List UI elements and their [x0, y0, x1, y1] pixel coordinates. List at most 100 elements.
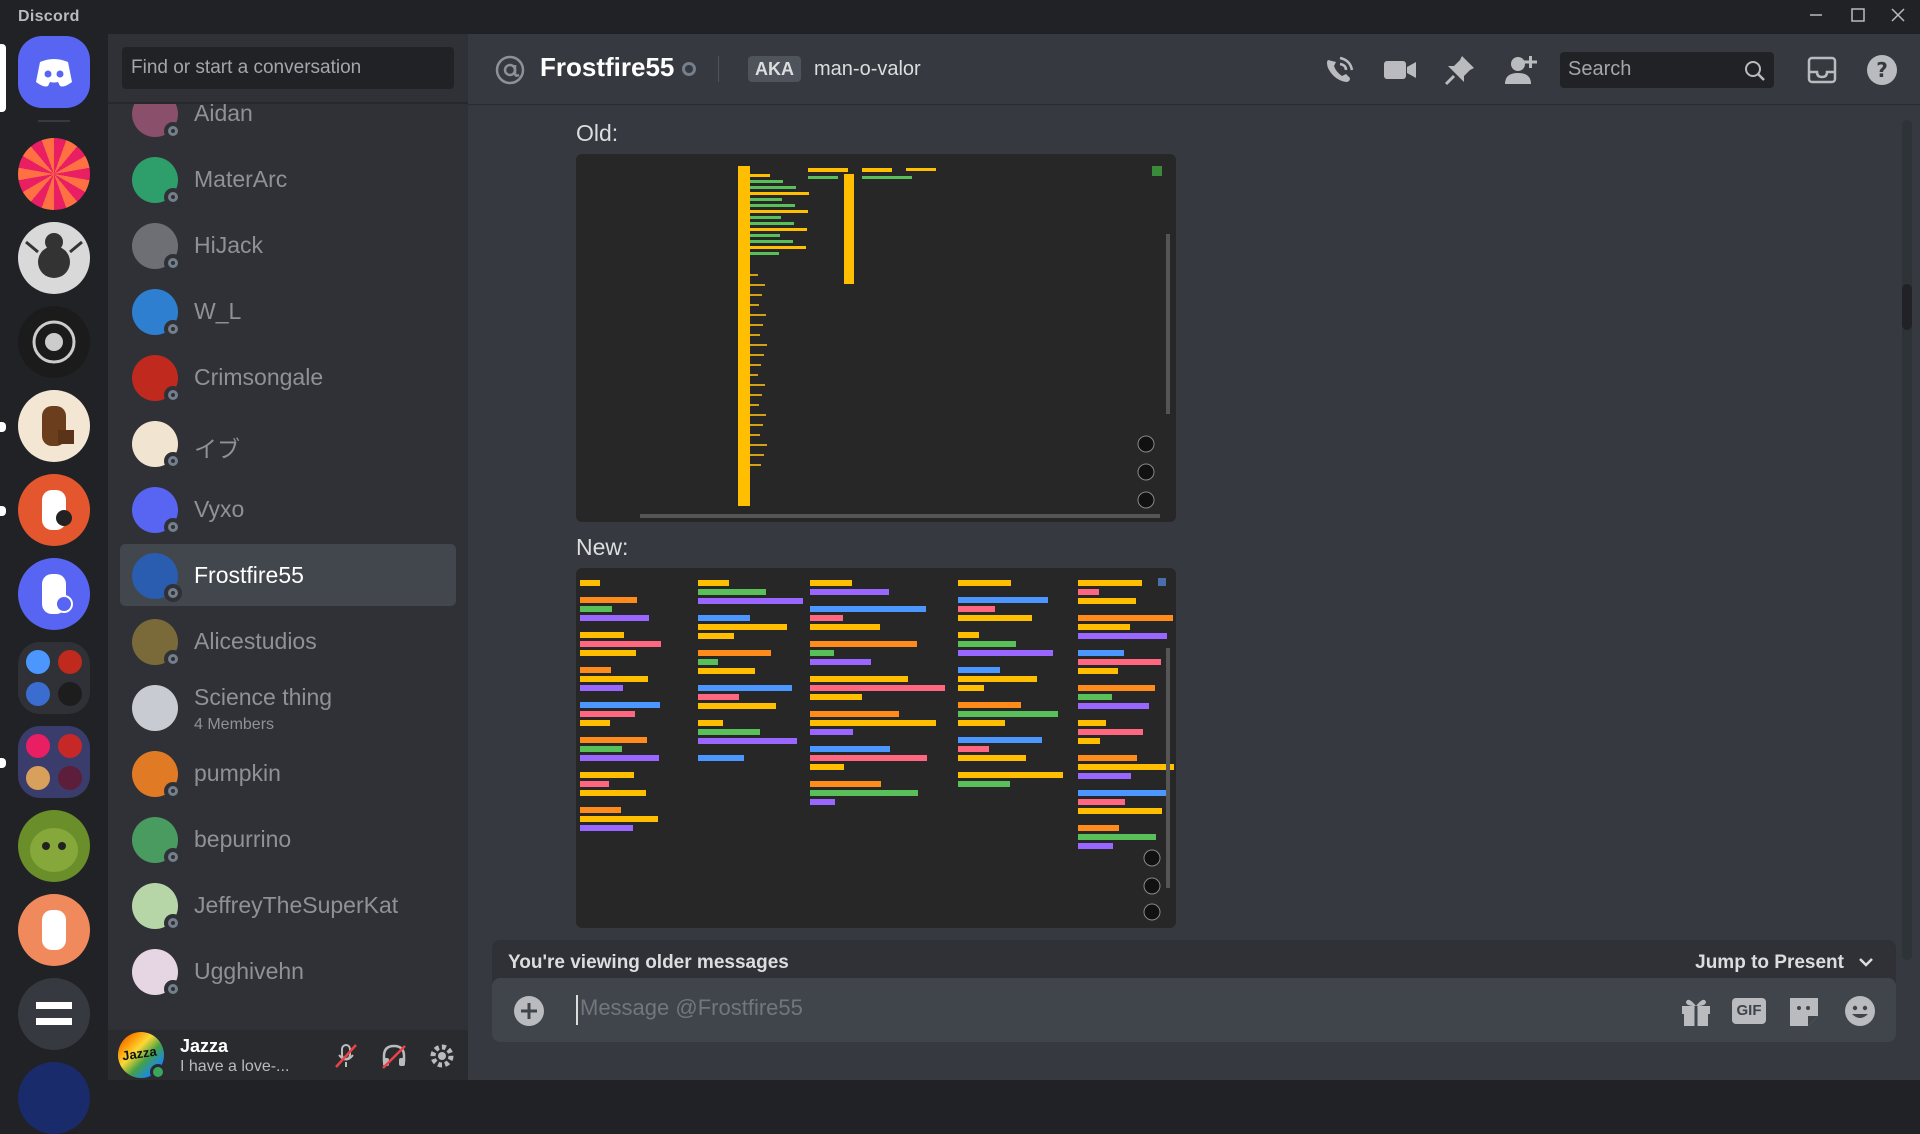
gift-button[interactable] — [1678, 994, 1714, 1028]
server-icon-spider[interactable] — [18, 222, 90, 294]
dm-status-dot — [164, 980, 182, 998]
pinned-messages-button[interactable] — [1442, 52, 1478, 88]
server-icon-partial[interactable] — [18, 1062, 90, 1134]
server-folder-2[interactable] — [18, 726, 90, 798]
server-icon-orange[interactable] — [18, 474, 90, 546]
server-list-menu[interactable] — [18, 978, 90, 1050]
dm-item[interactable]: Science thing 4 Members — [120, 676, 456, 738]
code-block — [580, 825, 633, 831]
app-title: Discord — [18, 8, 80, 25]
gif-button[interactable]: GIF — [1730, 994, 1766, 1028]
dm-search-input[interactable]: Find or start a conversation — [122, 47, 454, 89]
code-block — [698, 659, 718, 665]
code-block — [580, 650, 636, 656]
image-attachment-old[interactable] — [576, 154, 1176, 522]
code-block — [1078, 580, 1142, 586]
code-block — [698, 650, 771, 656]
aka-badge: AKA — [748, 56, 801, 82]
image-attachment-new[interactable] — [576, 568, 1176, 928]
close-button[interactable] — [1878, 2, 1918, 32]
ogre-icon — [30, 828, 78, 872]
home-button[interactable] — [18, 36, 90, 108]
dm-item[interactable]: Frostfire55 — [120, 544, 456, 606]
zoom-reset-icon — [1137, 491, 1155, 509]
message-input[interactable]: Message @Frostfire55 — [576, 995, 1576, 1025]
server-icon-ogre[interactable] — [18, 810, 90, 882]
chat-area: Frostfire55 AKA man-o-valor Search ? Old… — [468, 34, 1920, 1080]
dm-item[interactable]: Vyxo — [120, 478, 456, 540]
sticker-button[interactable] — [1786, 994, 1822, 1028]
title-bar: Discord — [0, 0, 1920, 34]
microphone-muted-icon — [335, 1044, 357, 1068]
message-scrollbar-track[interactable] — [1902, 120, 1912, 960]
header-search-input[interactable]: Search — [1560, 52, 1774, 88]
code-block — [958, 772, 1063, 778]
deafen-button[interactable] — [378, 1040, 410, 1072]
mute-button[interactable] — [330, 1040, 362, 1072]
dm-item[interactable]: Aidan — [120, 104, 456, 144]
code-block — [750, 210, 808, 213]
code-block — [958, 702, 1021, 708]
code-block — [750, 434, 760, 436]
server-icon-swirl[interactable] — [18, 138, 90, 210]
code-block — [698, 738, 797, 744]
zoom-out-icon — [1137, 463, 1155, 481]
start-video-call-button[interactable] — [1382, 52, 1418, 88]
code-block — [1078, 650, 1124, 656]
upload-button[interactable] — [514, 996, 544, 1026]
dm-item[interactable]: W_L — [120, 280, 456, 342]
code-block — [958, 737, 1042, 743]
jump-to-present-button[interactable]: Jump to Present — [1695, 952, 1844, 974]
alias-text: man-o-valor — [814, 58, 921, 80]
code-block — [698, 668, 755, 674]
code-block — [750, 174, 770, 177]
code-block — [810, 685, 945, 691]
dm-status-dot — [164, 254, 182, 272]
message-composer: Message @Frostfire55 GIF — [492, 978, 1896, 1042]
help-button[interactable]: ? — [1864, 52, 1900, 88]
dm-name: pumpkin — [194, 760, 281, 786]
code-block — [580, 772, 634, 778]
dm-item[interactable]: Ugghivehn — [120, 940, 456, 1002]
dm-item[interactable]: MaterArc — [120, 148, 456, 210]
dm-item[interactable]: HiJack — [120, 214, 456, 276]
server-icon-peach[interactable] — [18, 894, 90, 966]
server-icon-brown[interactable] — [18, 390, 90, 462]
code-block — [750, 222, 794, 225]
chat-header-name[interactable]: Frostfire55 — [540, 52, 674, 83]
code-block — [810, 746, 890, 752]
message-scrollbar-thumb[interactable] — [1902, 284, 1912, 330]
server-icon-blue[interactable] — [18, 558, 90, 630]
maximize-button[interactable] — [1838, 2, 1878, 32]
add-friends-to-dm-button[interactable] — [1502, 52, 1538, 88]
code-block — [958, 580, 1011, 586]
emoji-button[interactable] — [1842, 994, 1878, 1028]
dm-item[interactable]: pumpkin — [120, 742, 456, 804]
code-block — [580, 615, 649, 621]
code-block — [958, 676, 1037, 682]
at-sign-icon — [495, 55, 525, 85]
server-icon-lion[interactable] — [18, 306, 90, 378]
code-block — [1078, 790, 1168, 796]
mascot-icon-3 — [42, 574, 73, 614]
code-block — [1078, 808, 1162, 814]
code-block — [750, 228, 807, 231]
dm-item[interactable]: JeffreyTheSuperKat — [120, 874, 456, 936]
dm-item[interactable]: イブ — [120, 412, 456, 474]
code-block — [862, 176, 912, 179]
code-block — [958, 641, 1016, 647]
server-folder-1[interactable] — [18, 642, 90, 714]
inbox-button[interactable] — [1804, 52, 1840, 88]
add-user-icon — [1505, 56, 1537, 84]
start-voice-call-button[interactable] — [1320, 52, 1356, 88]
code-block — [750, 324, 763, 326]
dm-status-dot — [164, 452, 182, 470]
user-settings-button[interactable] — [426, 1040, 458, 1072]
minimize-button[interactable] — [1796, 2, 1836, 32]
dm-item[interactable]: Alicestudios — [120, 610, 456, 672]
code-block — [750, 204, 795, 207]
dm-item[interactable]: bepurrino — [120, 808, 456, 870]
dm-item[interactable]: Crimsongale — [120, 346, 456, 408]
dm-status-dot — [164, 848, 182, 866]
code-block — [1078, 598, 1136, 604]
